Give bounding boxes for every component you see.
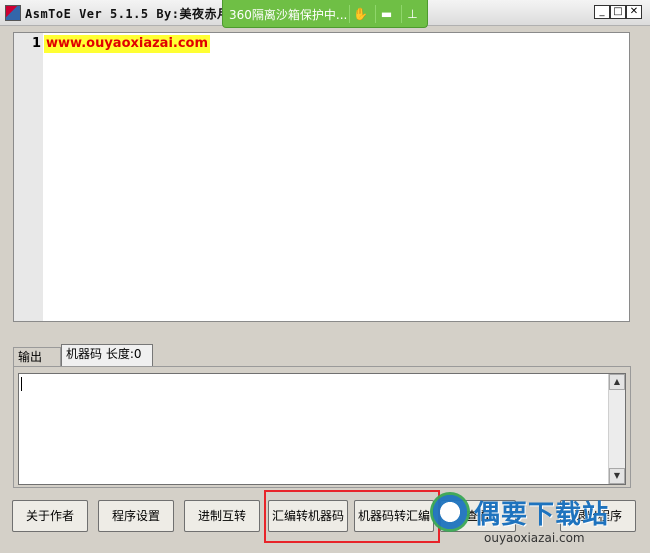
watermark-url: ouyaoxiazai.com <box>484 531 585 545</box>
line-gutter: 1 <box>14 33 43 321</box>
maximize-button[interactable]: □ <box>610 5 626 19</box>
line-number: 1 <box>31 36 41 51</box>
sandbox-status-text: 360隔离沙箱保护中... <box>229 8 348 22</box>
program-settings-button[interactable]: 程序设置 <box>98 500 174 532</box>
code-line[interactable]: www.ouyaoxiazai.com <box>44 35 211 53</box>
hand-icon[interactable]: ✋ <box>349 5 371 23</box>
close-button[interactable]: ✕ <box>626 5 642 19</box>
radix-convert-button[interactable]: 进制互转 <box>184 500 260 532</box>
watermark-title: 偶要下载站 <box>474 500 610 530</box>
title-bar: AsmToE Ver 5.1.5 By:美夜赤月 360隔离沙箱保护中... ✋… <box>0 0 650 28</box>
pin-icon[interactable]: ⊥ <box>401 5 423 23</box>
vertical-scrollbar[interactable]: ▲ ▼ <box>608 374 625 484</box>
output-panel: ▲ ▼ <box>13 366 631 488</box>
scroll-up-icon[interactable]: ▲ <box>609 374 625 390</box>
window-title: AsmToE Ver 5.1.5 By:美夜赤月 <box>25 7 230 21</box>
app-icon[interactable] <box>5 5 21 21</box>
about-author-button[interactable]: 关于作者 <box>12 500 88 532</box>
tab-output[interactable]: 输出 <box>13 347 61 367</box>
sandbox-banner[interactable]: 360隔离沙箱保护中... ✋ ▬ ⊥ <box>222 0 428 28</box>
watermark-logo-icon <box>430 492 470 532</box>
asm-editor[interactable]: 1 www.ouyaoxiazai.com <box>13 32 630 322</box>
scroll-down-icon[interactable]: ▼ <box>609 468 625 484</box>
text-caret <box>21 377 22 391</box>
minimize-button[interactable]: _ <box>594 5 610 19</box>
annotation-highlight <box>264 490 440 543</box>
output-textarea[interactable]: ▲ ▼ <box>18 373 626 485</box>
tab-machine-code[interactable]: 机器码 长度:0 <box>61 344 153 367</box>
folder-icon[interactable]: ▬ <box>375 5 397 23</box>
